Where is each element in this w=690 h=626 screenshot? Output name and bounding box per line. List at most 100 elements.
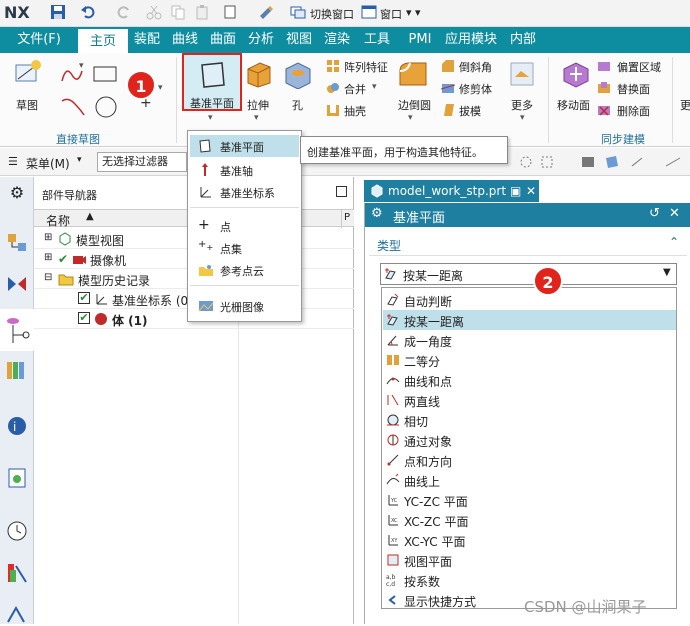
resource-bar-settings-icon[interactable]: ⚙	[6, 183, 28, 205]
sort-ascending-icon[interactable]: ▲	[86, 211, 94, 222]
selection-filter-dropdown[interactable]: 无选择过滤器	[97, 152, 187, 172]
unite-label[interactable]: 合并	[344, 81, 366, 97]
more-label[interactable]: 更多	[511, 97, 533, 113]
type-option[interactable]: 成一角度	[383, 330, 676, 350]
expand-icon[interactable]: ⊞	[44, 232, 52, 243]
column-name-header[interactable]: 名称	[46, 212, 70, 229]
menu-button[interactable]: 菜单(M)	[26, 155, 70, 172]
hole-icon[interactable]	[284, 61, 312, 89]
more-dropdown-icon[interactable]: ▾	[520, 113, 525, 123]
move-face-label[interactable]: 移动面	[557, 97, 590, 113]
redo-icon[interactable]	[116, 4, 134, 22]
chamfer-icon[interactable]	[441, 59, 455, 73]
tab-7[interactable]: 渲染	[318, 27, 356, 53]
tab-3[interactable]: 曲线	[166, 27, 204, 53]
menu-item-datum-axis[interactable]: 基准轴	[190, 159, 299, 181]
new-icon[interactable]	[222, 4, 240, 22]
tab-9[interactable]: PMI	[398, 27, 442, 53]
window-menu-label[interactable]: 窗口	[380, 6, 402, 22]
assembly-navigator-icon[interactable]	[6, 231, 28, 253]
edge-blend-dropdown-icon[interactable]: ▾	[408, 113, 413, 123]
menu-item-raster-image[interactable]: 光栅图像	[190, 295, 299, 317]
menu-item-point-set[interactable]: ++ 点集	[190, 237, 299, 259]
visibility-checkbox[interactable]: ✔	[78, 292, 90, 304]
edge-blend-icon[interactable]	[398, 59, 428, 89]
sketch-icon[interactable]	[14, 59, 42, 87]
visualization-icon[interactable]	[6, 562, 28, 584]
type-option[interactable]: 两直线	[383, 390, 676, 410]
type-option[interactable]: 相切	[383, 410, 676, 430]
clock-icon[interactable]	[6, 520, 28, 542]
tab-10[interactable]: 应用模块	[442, 27, 500, 53]
trim-body-label[interactable]: 修剪体	[459, 81, 492, 97]
type-option[interactable]: 按某一距离	[383, 310, 676, 330]
tab-4[interactable]: 曲面	[204, 27, 242, 53]
undo-icon[interactable]	[80, 4, 98, 22]
tab-11[interactable]: 内部	[500, 27, 546, 53]
tab-5[interactable]: 分析	[242, 27, 280, 53]
datum-plane-dropdown-icon[interactable]: ▾	[208, 113, 213, 123]
type-option[interactable]: 点和方向	[383, 450, 676, 470]
chamfer-label[interactable]: 倒斜角	[459, 59, 492, 75]
switch-window-label[interactable]: 切换窗口	[310, 6, 354, 22]
internet-explorer-icon[interactable]: i	[6, 415, 28, 437]
expand-icon[interactable]: ⊞	[44, 252, 52, 263]
roles-icon[interactable]	[6, 604, 28, 626]
offset-region-label[interactable]: 偏置区域	[617, 59, 661, 75]
collapse-icon[interactable]: ⊟	[44, 272, 52, 283]
history-icon[interactable]	[6, 467, 28, 489]
dialog-settings-icon[interactable]: ⚙	[371, 206, 383, 221]
save-icon[interactable]	[50, 4, 68, 22]
sketch-button[interactable]: 草图	[16, 97, 38, 113]
tab-0[interactable]: 文件(F)	[0, 27, 78, 53]
unite-icon[interactable]	[326, 81, 340, 95]
close-icon[interactable]: ✕	[669, 206, 680, 221]
type-option[interactable]: XY XC-YC 平面	[383, 530, 676, 550]
file-tab[interactable]: model_work_stp.prt ▣ ✕	[364, 180, 539, 202]
copy-icon[interactable]	[170, 4, 188, 22]
collapse-section-icon[interactable]: ⌃	[669, 235, 679, 249]
pattern-feature-icon[interactable]	[326, 59, 340, 73]
tab-2[interactable]: 装配	[128, 27, 166, 53]
menu-item-reference-point-cloud[interactable]: 参考点云	[190, 259, 299, 281]
move-face-icon[interactable]	[560, 59, 590, 89]
trim-body-icon[interactable]	[441, 81, 455, 95]
maximize-icon[interactable]	[336, 186, 347, 197]
menu-item-datum-plane[interactable]: 基准平面	[190, 135, 299, 157]
sketch-tools-more-icon[interactable]: ▾	[158, 83, 163, 93]
reuse-library-icon[interactable]	[6, 359, 28, 381]
more-icon[interactable]	[507, 59, 537, 89]
part-navigator-tab[interactable]	[0, 309, 34, 351]
edge-blend-label[interactable]: 边倒圆	[398, 97, 431, 113]
selbar-leftmost-icon[interactable]: ☰	[8, 155, 18, 168]
cut-icon[interactable]	[146, 4, 164, 22]
paste-icon[interactable]	[194, 4, 212, 22]
reset-icon[interactable]: ↺	[649, 206, 660, 221]
visibility-checkbox[interactable]: ✔	[78, 312, 90, 324]
offset-region-icon[interactable]	[597, 59, 611, 73]
file-tab-close-icon[interactable]: ✕	[526, 180, 536, 202]
menu-dropdown-icon[interactable]: ▾	[77, 155, 82, 165]
constraint-navigator-icon[interactable]	[6, 273, 28, 295]
type-select-dropdown-icon[interactable]: ▼	[663, 267, 671, 278]
window-icon[interactable]	[361, 4, 379, 22]
sketch-more-dropdown-icon[interactable]: ▾	[79, 61, 84, 71]
type-option[interactable]: XC XC-ZC 平面	[383, 510, 676, 530]
menu-item-point[interactable]: + 点	[190, 215, 299, 237]
type-option[interactable]: 通过对象	[383, 430, 676, 450]
switch-window-icon[interactable]	[290, 4, 308, 22]
menu-item-datum-csys[interactable]: 基准坐标系	[190, 181, 299, 203]
delete-face-label[interactable]: 删除面	[617, 103, 650, 119]
extrude-label[interactable]: 拉伸	[247, 97, 269, 113]
file-tab-pin-icon[interactable]: ▣	[510, 180, 521, 202]
draft-label[interactable]: 拔模	[459, 103, 481, 119]
pattern-feature-label[interactable]: 阵列特征	[344, 59, 388, 75]
type-option[interactable]: 曲线和点	[383, 370, 676, 390]
extrude-icon[interactable]	[244, 59, 274, 89]
selection-tools-icons[interactable]	[520, 154, 690, 170]
replace-face-label[interactable]: 替换面	[617, 81, 650, 97]
window-menu-dropdown-icon[interactable]: ▾ ▾	[406, 6, 421, 19]
type-select[interactable]: 按某一距离 ▼	[380, 263, 677, 285]
type-option[interactable]: YC YC-ZC 平面	[383, 490, 676, 510]
shell-icon[interactable]	[326, 103, 340, 117]
